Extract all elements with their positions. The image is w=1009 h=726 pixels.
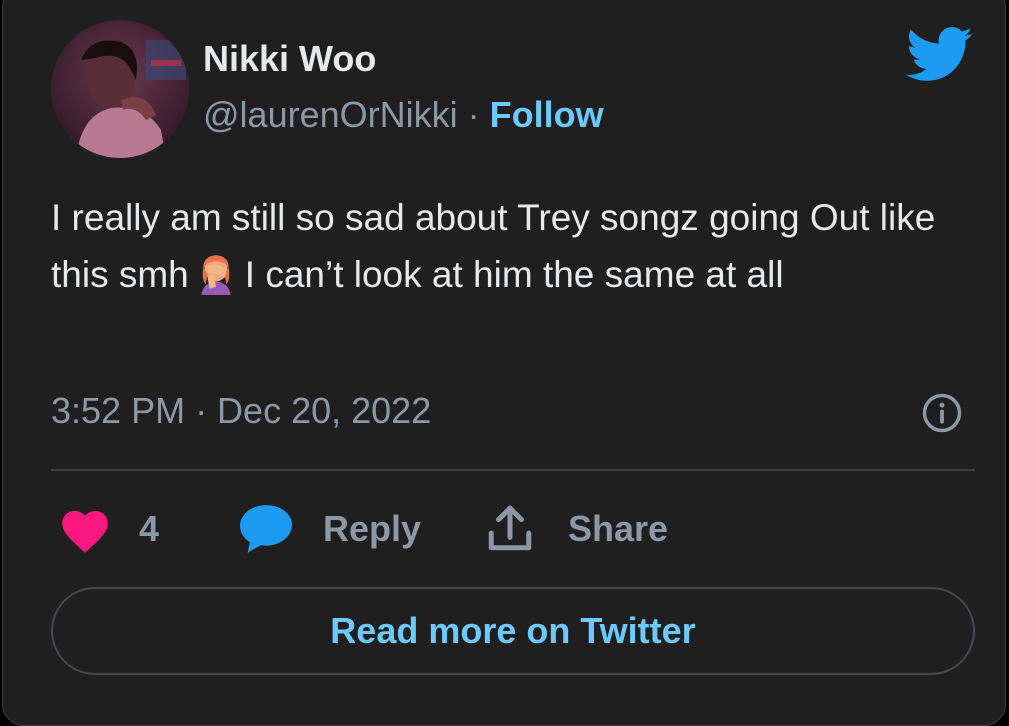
tweet-timestamp[interactable]: 3:52 PM · Dec 20, 2022	[51, 387, 431, 435]
reply-button[interactable]: Reply	[323, 505, 421, 553]
tweet-card: Nikki Woo @laurenOrNikki · Follow I really…	[2, 0, 1006, 726]
separator-dot: ·	[467, 94, 480, 135]
author-handle-row: @laurenOrNikki · Follow	[203, 93, 604, 137]
info-icon[interactable]	[921, 392, 963, 434]
woman-facepalming-icon	[201, 255, 231, 295]
share-upload-icon[interactable]	[485, 501, 535, 557]
read-more-button[interactable]: Read more on Twitter	[51, 587, 975, 675]
author-handle[interactable]: @laurenOrNikki	[203, 94, 458, 135]
tweet-text: I really am still so sad about Trey song…	[51, 189, 981, 303]
heart-icon[interactable]	[59, 506, 111, 554]
tweet-text-part2: I can’t look at him the same at all	[244, 254, 784, 295]
reply-bubble-icon[interactable]	[237, 503, 295, 555]
twitter-bird-icon[interactable]	[906, 27, 974, 83]
follow-button[interactable]: Follow	[490, 94, 604, 135]
like-count[interactable]: 4	[139, 505, 159, 553]
share-button[interactable]: Share	[568, 505, 668, 553]
divider	[51, 469, 975, 471]
author-name[interactable]: Nikki Woo	[203, 37, 376, 81]
avatar[interactable]	[51, 20, 189, 158]
